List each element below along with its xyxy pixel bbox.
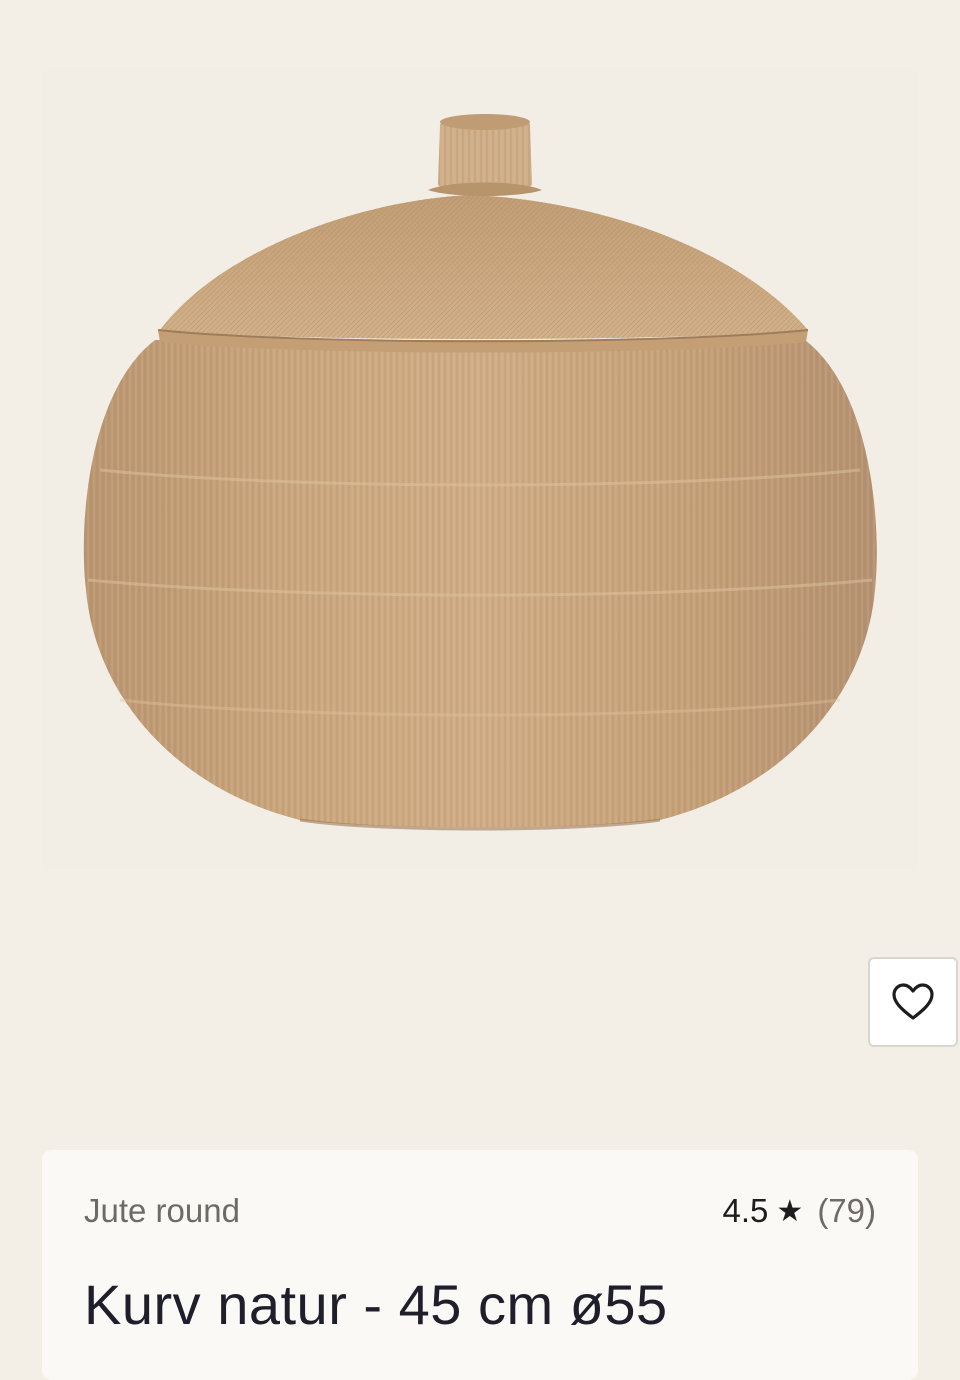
product-rating[interactable]: 4.5 ★ (79)	[723, 1192, 876, 1230]
product-image	[83, 114, 877, 831]
product-info-card[interactable]: Jute round 4.5 ★ (79) Kurv natur - 45 cm…	[42, 1150, 918, 1380]
wishlist-button[interactable]	[868, 957, 958, 1047]
review-count: (79)	[817, 1192, 876, 1229]
product-title[interactable]: Kurv natur - 45 cm ø55	[84, 1272, 668, 1337]
product-image-area[interactable]	[0, 0, 960, 1140]
product-brand: Jute round	[84, 1192, 240, 1229]
heart-icon	[892, 983, 934, 1020]
rating-score: 4.5	[722, 1192, 769, 1229]
star-icon: ★	[776, 1194, 804, 1228]
